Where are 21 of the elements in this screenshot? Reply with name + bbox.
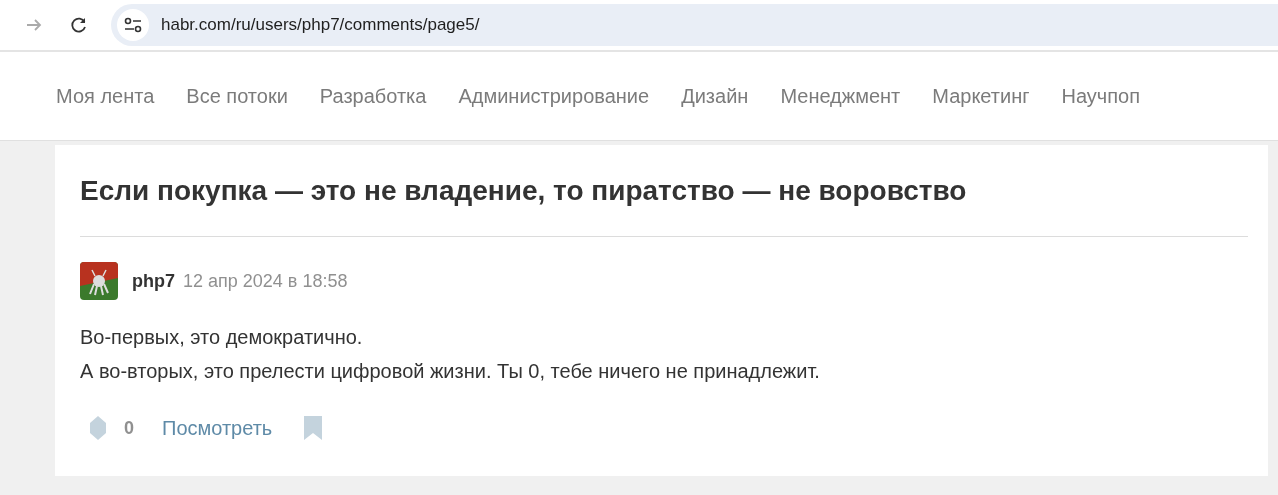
avatar xyxy=(80,262,118,300)
nav-link[interactable]: Маркетинг xyxy=(932,84,1030,108)
nav-link[interactable]: Разработка xyxy=(319,84,427,108)
url-text: habr.com/ru/users/php7/comments/page5/ xyxy=(161,15,480,35)
nav-link[interactable]: Научпоп xyxy=(1061,84,1141,108)
comment-date: 12 апр 2024 в 18:58 xyxy=(183,270,348,292)
view-link[interactable]: Посмотреть xyxy=(162,416,273,440)
article-title: Если покупка — это не владение, то пиратство — не воровство xyxy=(80,174,968,208)
address-bar[interactable]: habr.com/ru/users/php7/comments/page5/ xyxy=(111,4,1278,46)
bookmark-icon[interactable] xyxy=(304,416,323,440)
vote-count: 0 xyxy=(124,417,134,439)
author-name[interactable]: php7 xyxy=(132,270,175,292)
nav-link[interactable]: Моя лента xyxy=(56,84,155,108)
reload-icon[interactable] xyxy=(69,15,89,35)
comment-text: Во-первых, это демократично. А во-вторых, это прелести цифровой жизни. Ты 0, тебе ничего не принадлежит. xyxy=(80,325,821,384)
nav-link[interactable]: Менеджмент xyxy=(780,84,901,108)
nav-link[interactable]: Администрирование xyxy=(458,84,650,108)
site-settings-icon[interactable] xyxy=(124,17,142,33)
nav-link[interactable]: Все потоки xyxy=(186,84,288,108)
vote-icon[interactable] xyxy=(90,416,106,440)
nav-link[interactable]: Дизайн xyxy=(681,84,749,108)
